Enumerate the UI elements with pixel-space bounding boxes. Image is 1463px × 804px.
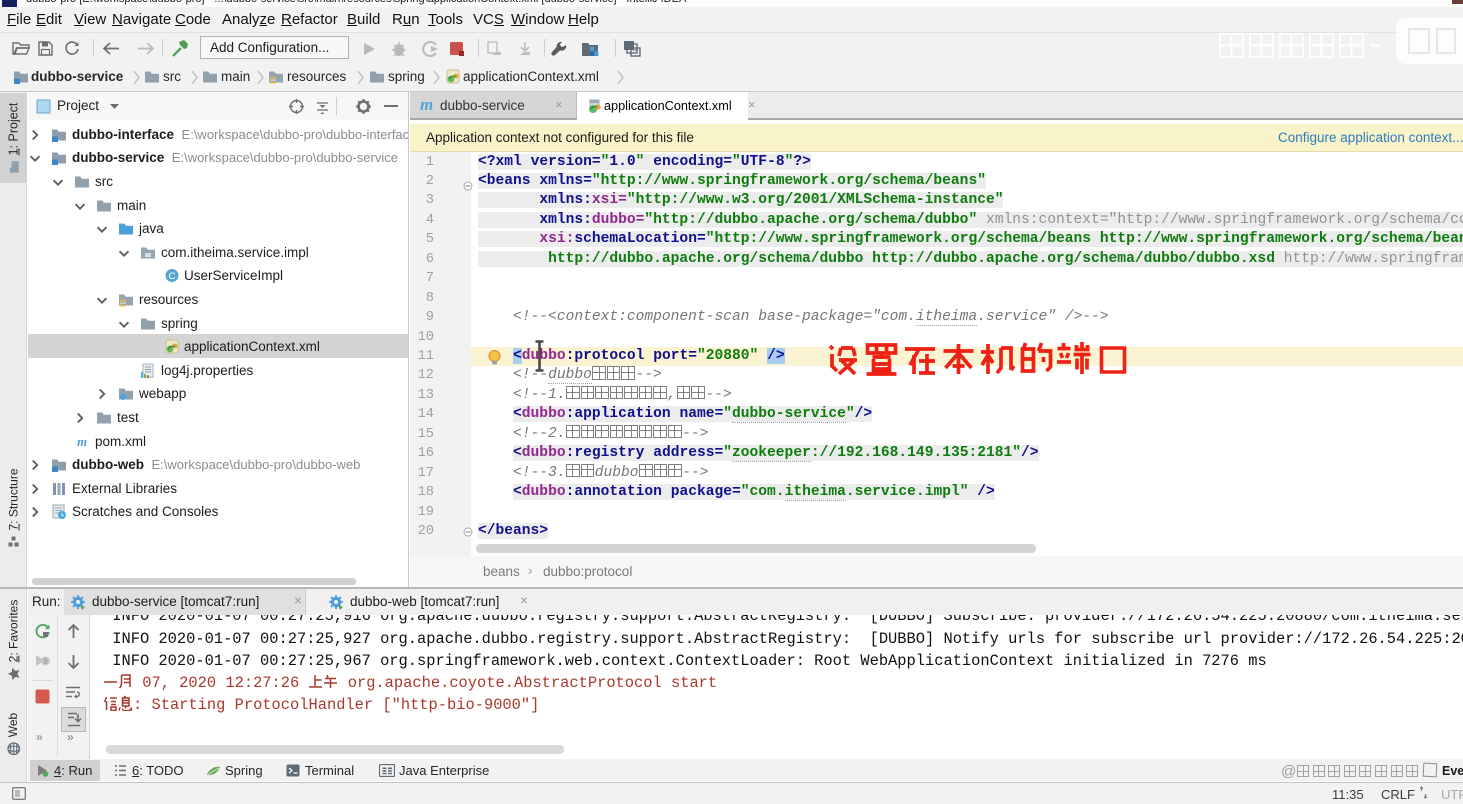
svg-text:9: 9 bbox=[43, 657, 48, 666]
svg-text:m: m bbox=[77, 434, 87, 449]
svg-text:C: C bbox=[169, 271, 176, 282]
